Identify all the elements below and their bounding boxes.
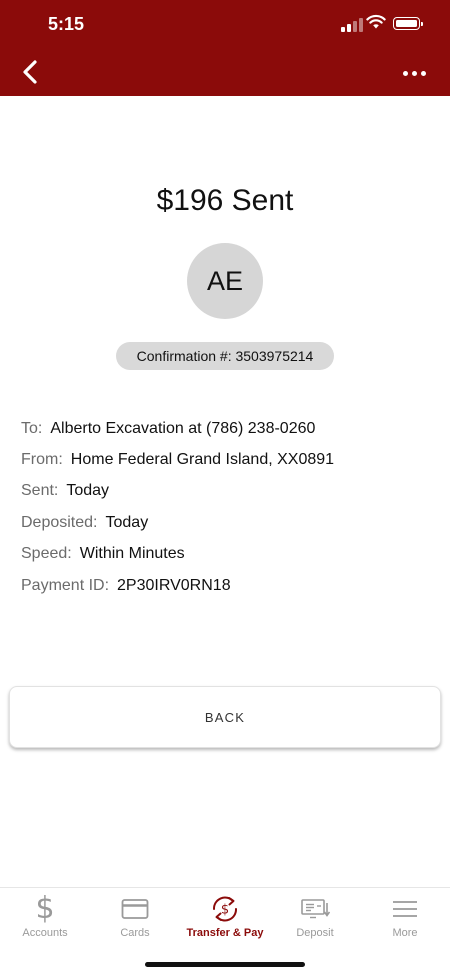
payment-details: To: Alberto Excavation at (786) 238-0260… bbox=[21, 413, 441, 601]
check-deposit-icon bbox=[300, 894, 330, 924]
detail-row-from: From: Home Federal Grand Island, XX0891 bbox=[21, 444, 441, 475]
detail-label: Speed: bbox=[21, 545, 72, 563]
detail-value: Home Federal Grand Island, XX0891 bbox=[70, 451, 335, 469]
tab-label: More bbox=[392, 927, 418, 939]
detail-value: Today bbox=[66, 482, 110, 500]
avatar-initials: AE bbox=[206, 265, 244, 296]
detail-value: Today bbox=[105, 513, 149, 531]
detail-value: Within Minutes bbox=[79, 545, 185, 563]
card-icon bbox=[121, 894, 149, 924]
battery-icon bbox=[393, 17, 423, 30]
tab-label: Deposit bbox=[296, 927, 334, 939]
svg-text:$: $ bbox=[221, 903, 229, 918]
tab-more[interactable]: More bbox=[360, 888, 450, 948]
tab-label: Accounts bbox=[22, 927, 68, 939]
tab-deposit[interactable]: Deposit bbox=[270, 888, 360, 948]
tab-cards[interactable]: Cards bbox=[90, 888, 180, 948]
more-dots-icon bbox=[402, 70, 408, 76]
detail-value: 2P30IRV0RN18 bbox=[117, 576, 231, 594]
tab-accounts[interactable]: $ Accounts bbox=[0, 888, 90, 948]
detail-label: To: bbox=[21, 419, 43, 437]
detail-row-payment-id: Payment ID: 2P30IRV0RN18 bbox=[21, 570, 441, 601]
cellular-signal-icon bbox=[341, 18, 363, 32]
home-indicator[interactable] bbox=[145, 962, 305, 967]
detail-label: Deposited: bbox=[21, 513, 98, 531]
detail-row-sent: Sent: Today bbox=[21, 476, 441, 507]
more-options-button[interactable] bbox=[398, 64, 430, 82]
status-time: 5:15 bbox=[48, 14, 85, 34]
detail-label: Payment ID: bbox=[21, 576, 110, 594]
confirmation-badge: Confirmation #: 3503975214 bbox=[116, 342, 334, 370]
transfer-pay-icon: $ bbox=[209, 894, 241, 924]
detail-row-speed: Speed: Within Minutes bbox=[21, 539, 441, 570]
detail-label: From: bbox=[21, 451, 63, 469]
app-header: 5:15 bbox=[0, 0, 450, 96]
chevron-left-icon bbox=[23, 60, 37, 84]
tab-label: Transfer & Pay bbox=[186, 927, 264, 939]
menu-icon bbox=[391, 894, 419, 924]
detail-row-to: To: Alberto Excavation at (786) 238-0260 bbox=[21, 413, 441, 444]
detail-row-deposited: Deposited: Today bbox=[21, 507, 441, 538]
tab-label: Cards bbox=[120, 927, 150, 939]
back-button[interactable]: BACK bbox=[9, 686, 441, 748]
back-chevron-button[interactable] bbox=[16, 58, 44, 86]
tab-transfer-pay[interactable]: $ Transfer & Pay bbox=[180, 888, 270, 948]
detail-value: Alberto Excavation at (786) 238-0260 bbox=[50, 419, 316, 437]
avatar: AE bbox=[187, 243, 263, 319]
detail-label: Sent: bbox=[21, 482, 59, 500]
wifi-icon bbox=[366, 14, 386, 29]
page-title: $196 Sent bbox=[156, 184, 294, 217]
dollar-icon: $ bbox=[35, 891, 55, 926]
